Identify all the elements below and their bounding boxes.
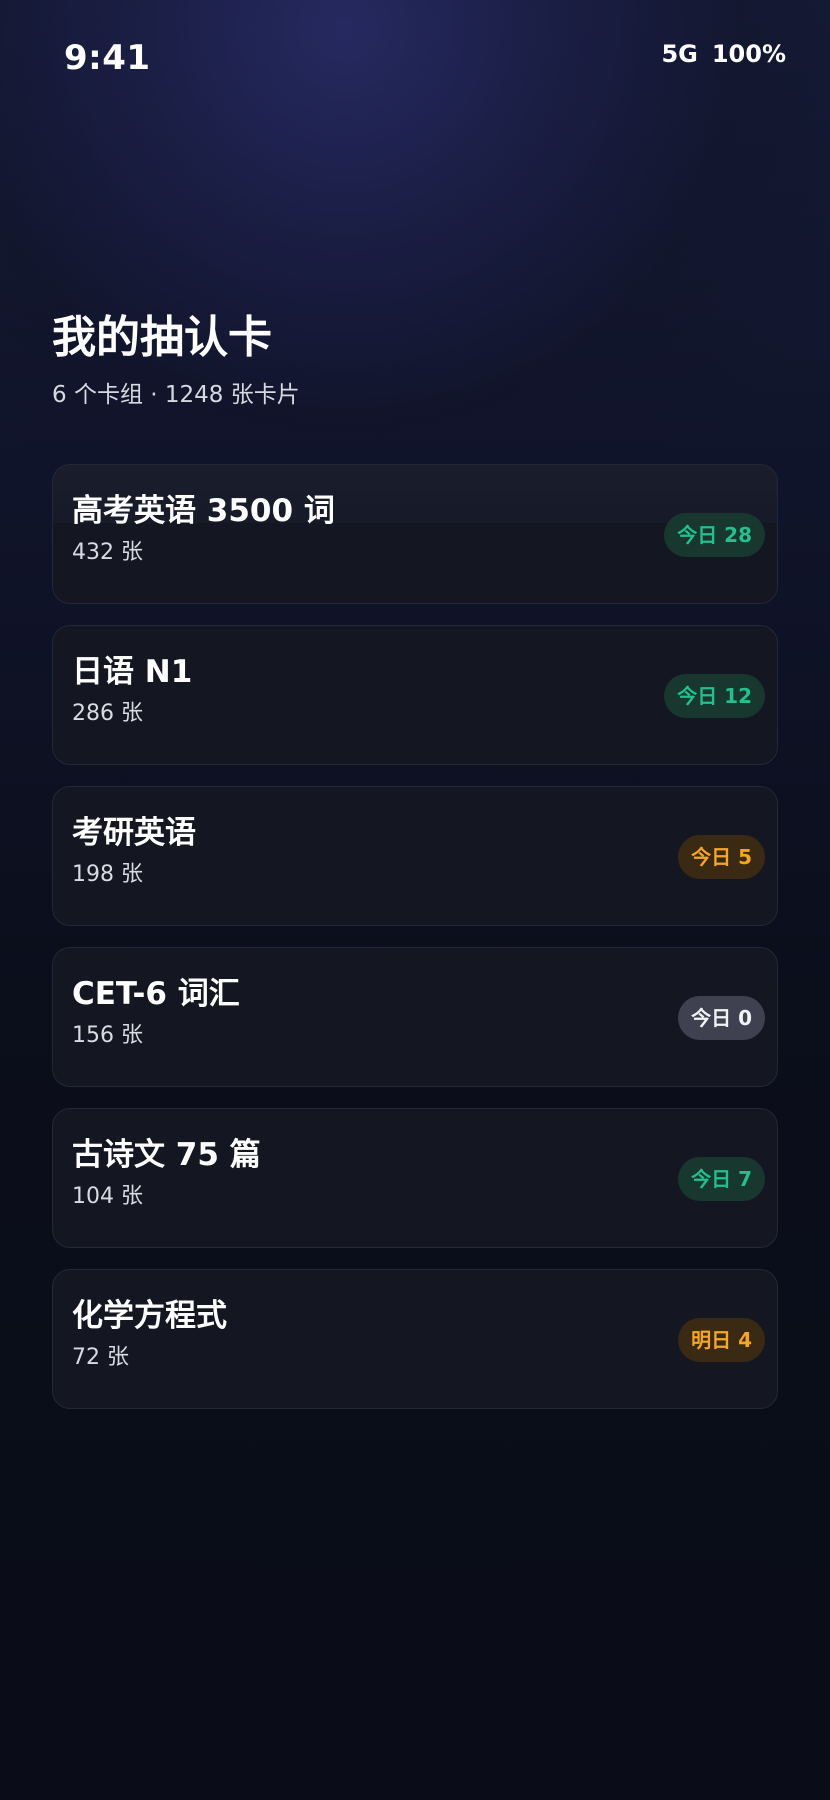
- deck-name: 高考英语 3500 词: [72, 493, 335, 529]
- flashcard-home-screen: 9:41 5G 100% 我的抽认卡 6 个卡组 · 1248 张卡片 高考英语…: [0, 0, 830, 1800]
- status-time: 9:41: [64, 38, 151, 78]
- review-due-badge: 明日 4: [678, 1318, 765, 1362]
- deck-card-count: 104 张: [72, 1184, 143, 1209]
- deck-name: 化学方程式: [72, 1298, 227, 1334]
- review-due-badge: 今日 12: [664, 674, 765, 718]
- battery-indicator: 100%: [711, 40, 786, 68]
- deck-card-gaokao-english[interactable]: 高考英语 3500 词 432 张 今日 28: [52, 464, 778, 604]
- deck-card-count: 432 张: [72, 540, 143, 565]
- deck-card-count: 198 张: [72, 862, 143, 887]
- deck-name: 古诗文 75 篇: [72, 1137, 261, 1173]
- page-title: 我的抽认卡: [52, 312, 272, 363]
- page-header: 我的抽认卡 6 个卡组 · 1248 张卡片: [52, 308, 772, 410]
- deck-list: 高考英语 3500 词 432 张 今日 28 日语 N1 286 张 今日 1…: [52, 464, 778, 1430]
- status-indicators: 5G 100%: [661, 40, 786, 68]
- page-subtitle: 6 个卡组 · 1248 张卡片: [52, 382, 300, 408]
- status-bar: 9:41 5G 100%: [0, 0, 830, 110]
- deck-name: CET-6 词汇: [72, 976, 240, 1012]
- review-due-badge: 今日 5: [678, 835, 765, 879]
- deck-card-cet6-vocabulary[interactable]: CET-6 词汇 156 张 今日 0: [52, 947, 778, 1087]
- deck-card-classical-poetry[interactable]: 古诗文 75 篇 104 张 今日 7: [52, 1108, 778, 1248]
- review-due-badge: 今日 7: [678, 1157, 765, 1201]
- deck-name: 日语 N1: [72, 654, 193, 690]
- review-due-badge: 今日 0: [678, 996, 765, 1040]
- deck-card-count: 286 张: [72, 701, 143, 726]
- review-due-badge: 今日 28: [664, 513, 765, 557]
- deck-card-chemistry-equations[interactable]: 化学方程式 72 张 明日 4: [52, 1269, 778, 1409]
- deck-name: 考研英语: [72, 815, 196, 851]
- deck-card-count: 156 张: [72, 1023, 143, 1048]
- deck-card-japanese-n1[interactable]: 日语 N1 286 张 今日 12: [52, 625, 778, 765]
- network-indicator: 5G: [661, 40, 698, 68]
- deck-card-count: 72 张: [72, 1345, 129, 1370]
- deck-card-postgrad-english[interactable]: 考研英语 198 张 今日 5: [52, 786, 778, 926]
